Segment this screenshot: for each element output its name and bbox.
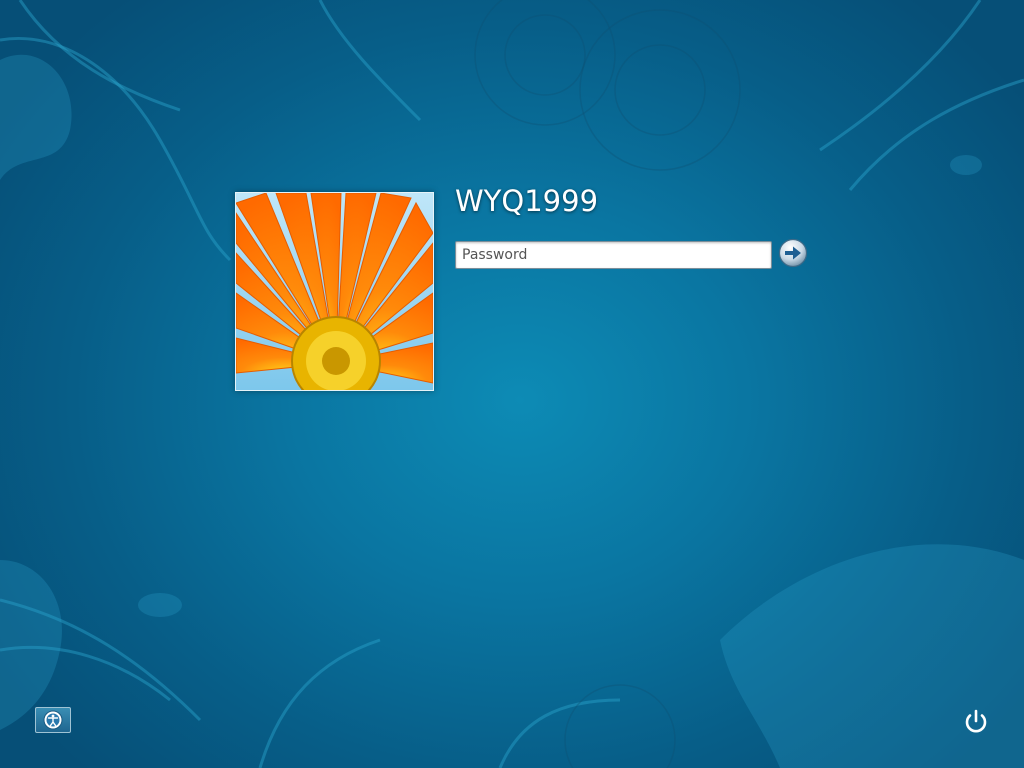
power-button[interactable]	[960, 706, 992, 738]
submit-button[interactable]	[778, 238, 808, 268]
orange-daisy-picture	[236, 193, 433, 390]
arrow-right-icon	[778, 238, 808, 268]
ease-of-access-button[interactable]	[35, 707, 71, 733]
power-icon	[965, 709, 987, 733]
user-name: WYQ1999	[455, 184, 599, 218]
password-input[interactable]	[455, 241, 772, 269]
background-artwork	[0, 0, 1024, 768]
user-picture	[235, 192, 434, 391]
ease-of-access-icon	[43, 710, 63, 730]
